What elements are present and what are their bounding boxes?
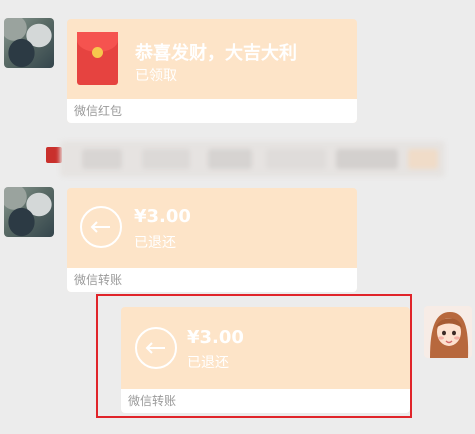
red-packet-title: 恭喜发财，大吉大利 bbox=[135, 43, 297, 64]
transfer-status: 已退还 bbox=[134, 235, 176, 251]
contact-avatar[interactable] bbox=[4, 18, 54, 68]
highlight-frame bbox=[96, 294, 412, 418]
transfer-amount: ¥3.00 bbox=[134, 206, 191, 227]
red-envelope-icon bbox=[77, 32, 118, 85]
transfer-message[interactable]: ¥3.00 已退还 微信转账 bbox=[67, 188, 357, 292]
contact-avatar[interactable] bbox=[4, 187, 54, 237]
red-packet-status: 已领取 bbox=[135, 68, 177, 84]
red-packet-message[interactable]: 恭喜发财，大吉大利 已领取 微信红包 bbox=[67, 19, 357, 123]
transfer-source: 微信转账 bbox=[67, 268, 357, 292]
self-avatar[interactable] bbox=[424, 306, 472, 358]
system-message-blurred bbox=[60, 141, 445, 177]
return-arrow-icon bbox=[80, 206, 122, 248]
chat-view: 恭喜发财，大吉大利 已领取 微信红包 ¥3.00 已退还 微信转账 ¥3.00 … bbox=[0, 0, 475, 434]
red-packet-source: 微信红包 bbox=[67, 99, 357, 123]
